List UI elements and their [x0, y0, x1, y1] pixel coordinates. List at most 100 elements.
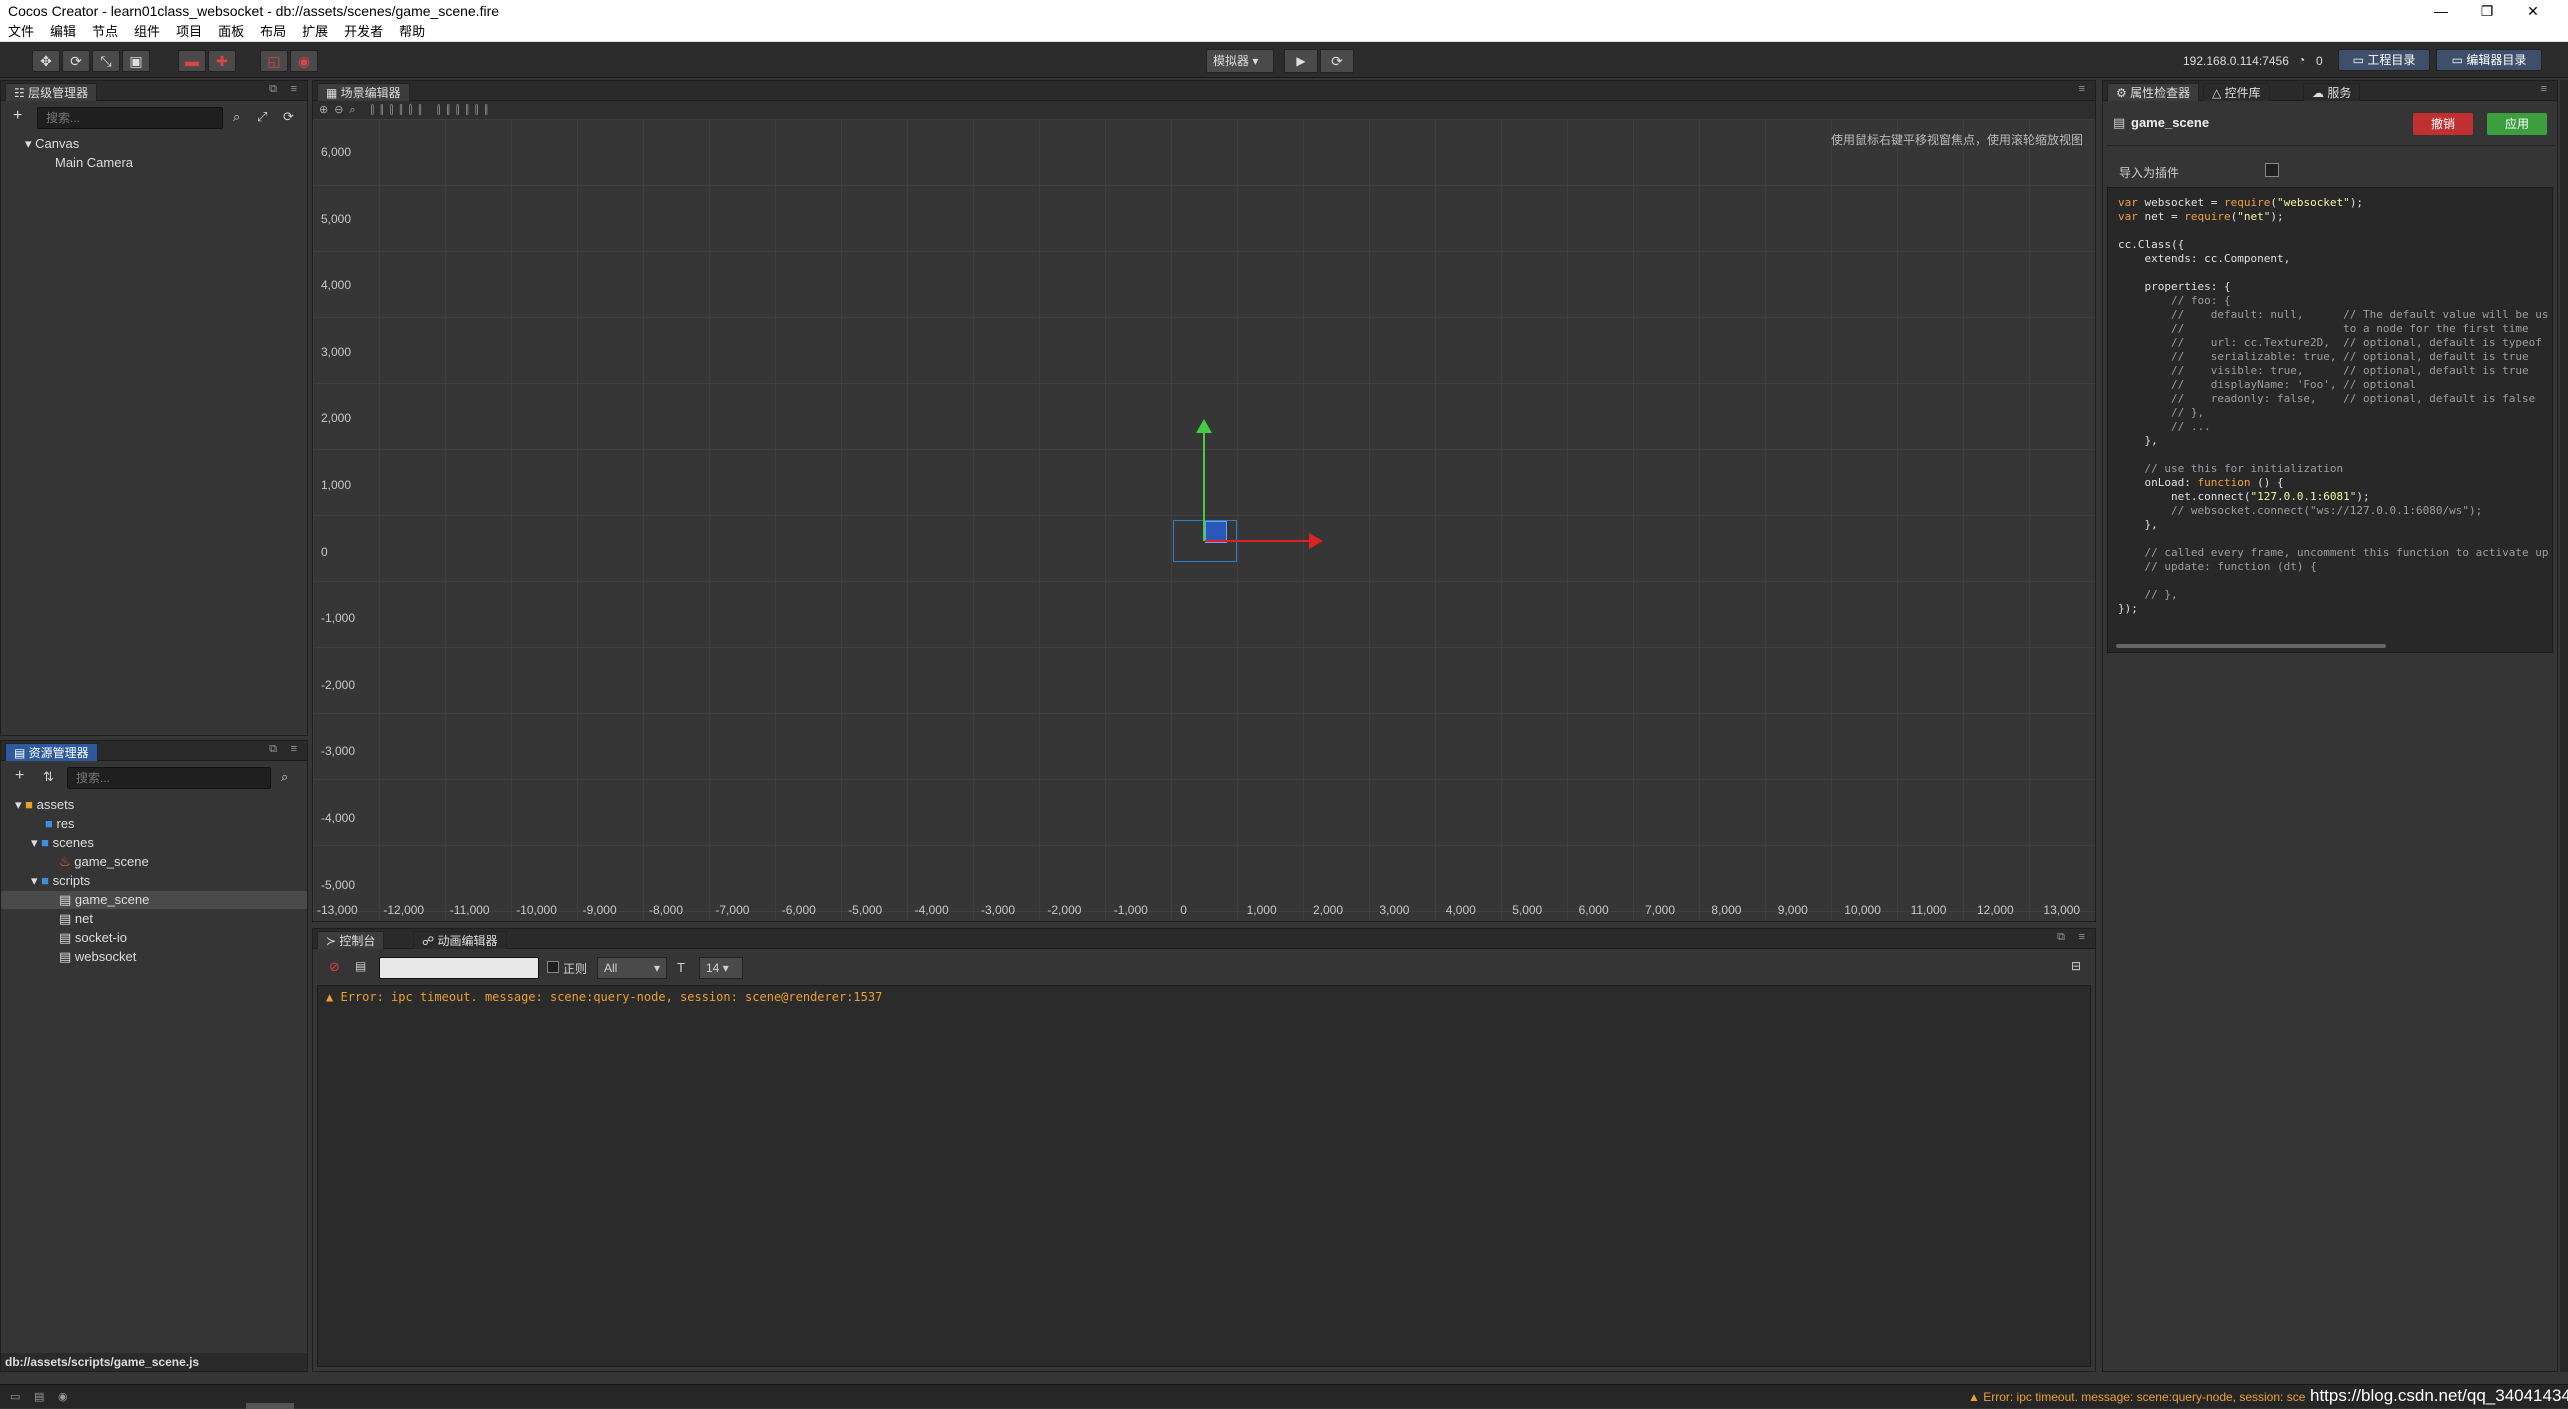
tab-services[interactable]: ☁ 服务 [2303, 83, 2361, 101]
search-icon[interactable]: ⌕ [281, 769, 288, 785]
menu-help[interactable]: 帮助 [399, 22, 425, 42]
tab-hierarchy[interactable]: ☷ 层级管理器 [5, 83, 98, 101]
horizontal-scrollbar[interactable] [2116, 644, 2386, 648]
assets-panel: ▤ 资源管理器 ⧉ ≡ + ⇅ 搜索... ⌕ ▾ ■ assets ■ res… [0, 740, 308, 1372]
close-button[interactable]: ✕ [2510, 0, 2556, 22]
panel-menu-icon[interactable]: ≡ [2079, 931, 2085, 943]
tree-script-net[interactable]: ▤ net [59, 910, 93, 928]
panel-menu-icon[interactable]: ≡ [291, 83, 297, 95]
tree-script-socket-io[interactable]: ▤ socket-io [59, 929, 127, 947]
log-toggle-icon[interactable]: ▭ [10, 1390, 20, 1403]
font-size-icon: T [677, 960, 685, 975]
y-tick-label: 1,000 [321, 478, 352, 492]
menu-edit[interactable]: 编辑 [50, 22, 76, 42]
log-level-select[interactable]: All ▾ [597, 957, 667, 979]
import-as-plugin-label: 导入为插件 [2119, 166, 2180, 180]
gizmo-3d-icon[interactable]: ◉ [290, 50, 318, 72]
revert-button[interactable]: 撤销 [2413, 113, 2473, 135]
x-axis-gizmo[interactable] [1205, 540, 1311, 542]
menu-panel[interactable]: 面板 [218, 22, 244, 42]
refresh-icon[interactable]: ⟳ [283, 109, 294, 125]
play-button[interactable]: ▶ [1284, 49, 1318, 73]
restore-button[interactable]: ❐ [2464, 0, 2510, 22]
window-scrollbar[interactable] [2560, 80, 2568, 1372]
panel-menu-icon[interactable]: ≡ [291, 743, 297, 755]
sort-icon[interactable]: ⇅ [43, 769, 54, 785]
x-tick-label: -11,000 [449, 903, 490, 917]
tree-node-canvas[interactable]: ▾ Canvas [25, 135, 79, 153]
tab-widget-library[interactable]: △ 控件库 [2203, 83, 2270, 101]
popout-icon[interactable]: ⧉ [269, 83, 277, 96]
local-global-icon[interactable]: ▬ [178, 50, 206, 72]
code-line: onLoad: function () { [2118, 476, 2284, 489]
minimize-button[interactable]: — [2418, 0, 2464, 22]
menu-component[interactable]: 组件 [134, 22, 160, 42]
popout-icon[interactable]: ⧉ [2057, 931, 2065, 944]
tab-animation-editor[interactable]: ☍ 动画编辑器 [413, 931, 507, 949]
collapse-icon[interactable]: ⊟ [2071, 959, 2081, 973]
assets-tab-bar: ▤ 资源管理器 ⧉ ≡ [1, 741, 307, 761]
menu-layout[interactable]: 布局 [260, 22, 286, 42]
tree-folder-assets[interactable]: ▾ ■ assets [15, 796, 74, 814]
tree-folder-scripts[interactable]: ▾ ■ scripts [31, 872, 90, 890]
y-tick-label: 6,000 [321, 145, 352, 159]
tab-console[interactable]: ≻ 控制台 [317, 931, 385, 949]
window-titlebar: Cocos Creator - learn01class_websocket -… [0, 0, 2568, 22]
pivot-center-icon[interactable]: ✚ [208, 50, 236, 72]
menu-bar: 文件 编辑 节点 组件 项目 面板 布局 扩展 开发者 帮助 [0, 22, 2568, 42]
clear-console-icon[interactable]: ⊘ [329, 959, 340, 975]
x-arrow-icon[interactable] [1309, 533, 1323, 549]
editor-dir-button[interactable]: ▭ 编辑器目录 [2436, 49, 2542, 71]
y-axis-gizmo[interactable] [1203, 429, 1205, 541]
popout-icon[interactable]: ⧉ [269, 743, 277, 756]
tab-scene-editor[interactable]: ▦ 场景编辑器 [317, 83, 410, 101]
x-tick-label: 7,000 [1645, 903, 1676, 917]
clear-icon[interactable]: ▤ [34, 1390, 44, 1403]
code-line: // serializable: true, // optional, defa… [2170, 350, 2529, 363]
font-size-select[interactable]: 14 ▾ [699, 957, 743, 979]
add-node-icon[interactable]: + [13, 107, 22, 125]
menu-node[interactable]: 节点 [92, 22, 118, 42]
preview-mode-select[interactable]: 模拟器 ▾ [1206, 49, 1274, 73]
hierarchy-search-input[interactable]: 搜索... [37, 107, 223, 129]
tree-script-websocket[interactable]: ▤ websocket [59, 948, 136, 966]
refresh-button[interactable]: ⟳ [1320, 49, 1354, 73]
assets-search-input[interactable]: 搜索... [67, 767, 271, 789]
tree-folder-scenes[interactable]: ▾ ■ scenes [31, 834, 94, 852]
panel-menu-icon[interactable]: ≡ [2079, 83, 2085, 95]
tab-inspector[interactable]: ⚙ 属性检查器 [2107, 83, 2200, 101]
tree-scene-game[interactable]: ♨ game_scene [59, 853, 149, 871]
eye-icon[interactable]: ◉ [58, 1390, 68, 1403]
console-filter-input[interactable] [379, 957, 539, 979]
x-tick-label: -2,000 [1047, 903, 1082, 917]
warning-icon: ▲ [326, 990, 334, 1004]
import-as-plugin-checkbox[interactable] [2265, 163, 2279, 177]
y-arrow-icon[interactable] [1196, 419, 1212, 433]
menu-developer[interactable]: 开发者 [344, 22, 383, 42]
tree-node-main-camera[interactable]: Main Camera [55, 154, 133, 172]
move-tool-icon[interactable]: ✥ [32, 50, 60, 72]
rect-tool-icon[interactable]: ▣ [122, 50, 150, 72]
scale-tool-icon[interactable]: ⤡ [92, 50, 120, 72]
rotate-tool-icon[interactable]: ⟳ [62, 50, 90, 72]
gizmo-2d-icon[interactable]: ◱ [260, 50, 288, 72]
search-icon[interactable]: ⌕ [233, 109, 240, 125]
tab-assets[interactable]: ▤ 资源管理器 [5, 743, 98, 761]
panel-menu-icon[interactable]: ≡ [2541, 83, 2547, 95]
menu-project[interactable]: 项目 [176, 22, 202, 42]
menu-file[interactable]: 文件 [8, 22, 34, 42]
regex-checkbox[interactable] [547, 961, 559, 973]
menu-extension[interactable]: 扩展 [302, 22, 328, 42]
project-dir-button[interactable]: ▭ 工程目录 [2338, 49, 2430, 71]
open-log-icon[interactable]: ▤ [355, 959, 366, 973]
apply-button[interactable]: 应用 [2487, 113, 2547, 135]
align-toolbar[interactable]: ⊕⊖⌕ ⫿⫿⫿⫿⫿⫿ ⫿⫿⫿⫿⫿⫿ [313, 101, 2095, 119]
code-line: // url: cc.Texture2D, // optional, defau… [2170, 336, 2542, 349]
x-tick-label: -13,000 [317, 903, 358, 917]
expand-icon[interactable]: ⤢ [257, 109, 267, 125]
tree-script-game-scene[interactable]: ▤ game_scene [1, 891, 307, 909]
tree-folder-res[interactable]: ■ res [45, 815, 75, 833]
add-asset-icon[interactable]: + [15, 767, 24, 785]
